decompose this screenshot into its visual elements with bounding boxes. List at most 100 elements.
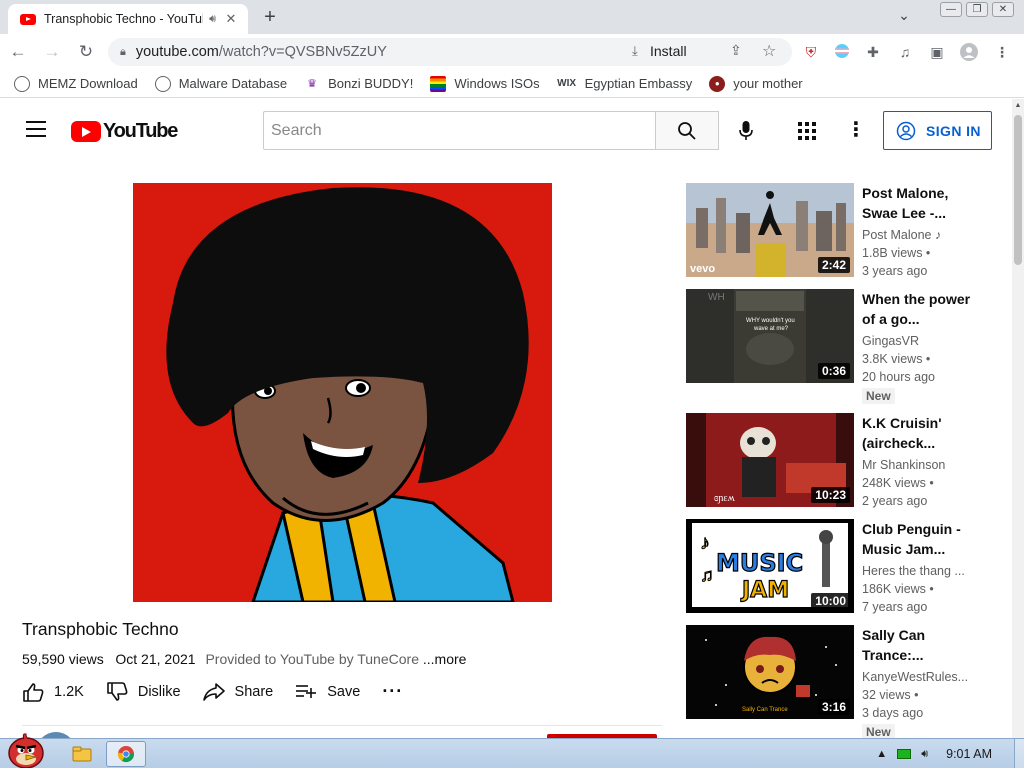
svg-text:♫: ♫	[700, 565, 714, 585]
search-input[interactable]: Search	[263, 111, 656, 150]
taskbar-chrome-icon[interactable]	[106, 741, 146, 767]
related-channel[interactable]: KanyeWestRules...	[862, 668, 972, 686]
bookmarks-bar: MEMZ Download Malware Database ♛ Bonzi B…	[0, 70, 1024, 98]
related-video-5[interactable]: Sally Can Trance 3:16 Sally Can Trance:.…	[686, 625, 986, 738]
video-player[interactable]	[133, 183, 552, 602]
media-control-icon[interactable]: ♫	[896, 43, 914, 61]
video-thumbnail[interactable]: vevo 2:42	[686, 183, 854, 277]
sign-in-button[interactable]: SIGN IN	[883, 111, 992, 150]
microphone-icon	[739, 121, 753, 140]
youtube-wordmark: YouTube	[103, 120, 178, 142]
show-more-link[interactable]: ...more	[423, 651, 467, 667]
svg-text:MUSIC: MUSIC	[716, 549, 803, 577]
bookmark-malware-database[interactable]: Malware Database	[154, 75, 287, 92]
related-title[interactable]: Club Penguin - Music Jam...	[862, 519, 972, 559]
share-button[interactable]: Share	[202, 682, 273, 701]
address-bar[interactable]: 🔒︎ youtube.com/watch?v=QVSBNv5ZzUY ⤓ Ins…	[108, 38, 792, 66]
speaker-icon[interactable]: 🔊︎	[209, 13, 216, 26]
related-channel[interactable]: Mr Shankinson	[862, 456, 972, 474]
side-panel-icon[interactable]: ▣	[928, 43, 946, 61]
start-button-angry-bird-icon[interactable]	[4, 731, 48, 768]
related-age: 3 days ago	[862, 706, 924, 720]
minimize-button[interactable]: —	[940, 2, 962, 17]
related-channel[interactable]: Post Malone ♪	[862, 226, 972, 244]
svg-text:Sally Can Trance: Sally Can Trance	[742, 707, 788, 713]
share-icon[interactable]: ⇪	[730, 42, 742, 59]
bookmark-bonzi-buddy[interactable]: ♛ Bonzi BUDDY!	[304, 76, 413, 92]
extensions-puzzle-icon[interactable]: ✚	[864, 43, 882, 61]
voice-search-button[interactable]	[731, 116, 761, 146]
close-window-button[interactable]: ✕	[992, 2, 1014, 17]
video-thumbnail[interactable]: WHY wouldn't you wave at me? WH 0:36	[686, 289, 854, 383]
scroll-up-arrow-icon[interactable]: ▲	[1012, 99, 1024, 113]
install-icon[interactable]: ⤓	[632, 43, 638, 59]
description-snippet: Provided to YouTube by TuneCore	[205, 651, 419, 667]
tray-expand-icon[interactable]: ▲	[876, 748, 887, 760]
dislike-button[interactable]: Dislike	[106, 681, 181, 702]
thumbs-up-icon	[23, 682, 44, 702]
globe-icon	[14, 75, 30, 92]
svg-text:JAM: JAM	[740, 578, 789, 603]
related-video-3[interactable]: ɞɲɛʍ 10:23 K.K Cruisin' (aircheck... Mr …	[686, 413, 986, 511]
forward-button[interactable]: →	[36, 36, 68, 68]
reload-button[interactable]: ↻	[70, 36, 102, 68]
settings-more-icon[interactable]: ⋮	[846, 119, 866, 143]
related-video-2[interactable]: WHY wouldn't you wave at me? WH 0:36 Whe…	[686, 289, 986, 404]
page-scrollbar[interactable]: ▲	[1012, 99, 1024, 738]
browser-tab[interactable]: Transphobic Techno - YouTube 🔊︎ ✕	[8, 4, 248, 34]
video-thumbnail[interactable]: ɞɲɛʍ 10:23	[686, 413, 854, 507]
svg-text:♪: ♪	[700, 532, 710, 554]
related-title[interactable]: Sally Can Trance:...	[862, 625, 972, 665]
bookmark-windows-isos[interactable]: Windows ISOs	[430, 75, 540, 92]
sign-in-label: SIGN IN	[926, 122, 981, 139]
battery-icon[interactable]	[897, 749, 912, 759]
profile-avatar-icon[interactable]	[960, 43, 978, 61]
bookmark-your-mother[interactable]: ● your mother	[709, 75, 803, 92]
video-thumbnail[interactable]: Sally Can Trance 3:16	[686, 625, 854, 719]
bookmark-star-icon[interactable]: ☆	[762, 41, 776, 61]
search-button[interactable]	[655, 111, 719, 150]
related-video-1[interactable]: vevo 2:42 Post Malone, Swae Lee -... Pos…	[686, 183, 986, 281]
tab-search-chevron-icon[interactable]: ⌄	[893, 7, 915, 29]
install-button[interactable]: Install	[650, 43, 687, 59]
related-channel[interactable]: Heres the thang ...	[862, 562, 972, 580]
like-button[interactable]: 1.2K	[22, 682, 84, 702]
bookmark-memz-download[interactable]: MEMZ Download	[14, 75, 138, 92]
hamburger-menu-icon[interactable]	[26, 121, 46, 137]
volume-icon[interactable]: 🔊︎	[921, 748, 928, 761]
related-title[interactable]: Post Malone, Swae Lee -...	[862, 183, 972, 223]
show-desktop-button[interactable]	[1014, 739, 1024, 768]
related-info: K.K Cruisin' (aircheck... Mr Shankinson …	[862, 413, 972, 510]
svg-text:WHY wouldn't you: WHY wouldn't you	[746, 318, 795, 324]
apps-grid-icon[interactable]	[796, 120, 818, 142]
lock-icon[interactable]: 🔒︎	[120, 46, 126, 59]
related-views: 32 views •	[862, 688, 919, 702]
related-title[interactable]: When the power of a go...	[862, 289, 972, 329]
tab-close-icon[interactable]: ✕	[222, 11, 240, 27]
bookmark-egyptian-embassy[interactable]: WIX Egyptian Embassy	[557, 76, 692, 92]
maximize-button[interactable]: ❐	[966, 2, 988, 17]
related-channel[interactable]: GingasVR	[862, 332, 972, 350]
youtube-logo[interactable]: YouTube	[71, 120, 178, 143]
youtube-favicon-icon	[20, 13, 36, 25]
related-title[interactable]: K.K Cruisin' (aircheck...	[862, 413, 972, 453]
related-info: When the power of a go... GingasVR 3.8K …	[862, 289, 972, 405]
taskbar-clock[interactable]: 9:01 AM	[946, 747, 992, 761]
back-button[interactable]: ←	[2, 36, 34, 68]
channel-row	[22, 725, 662, 738]
related-age: 3 years ago	[862, 264, 928, 278]
scrollbar-thumb[interactable]	[1014, 115, 1022, 265]
related-video-4[interactable]: MUSIC JAM ♪ ♫ 10:00 Club Penguin - Music…	[686, 519, 986, 617]
new-tab-button[interactable]: +	[258, 6, 282, 30]
extension-flag-icon[interactable]	[833, 43, 851, 61]
taskbar-explorer-icon[interactable]	[62, 741, 102, 767]
related-info: Post Malone, Swae Lee -... Post Malone ♪…	[862, 183, 972, 280]
video-thumbnail[interactable]: MUSIC JAM ♪ ♫ 10:00	[686, 519, 854, 613]
chrome-menu-icon[interactable]: ⋮	[993, 43, 1011, 61]
more-actions-icon[interactable]: ···	[382, 681, 403, 702]
related-info: Sally Can Trance:... KanyeWestRules... 3…	[862, 625, 972, 738]
extension-shield-icon[interactable]: ⛨	[802, 43, 820, 61]
wix-icon: WIX	[557, 77, 577, 89]
video-duration: 0:36	[817, 363, 850, 379]
save-button[interactable]: Save	[295, 684, 360, 700]
